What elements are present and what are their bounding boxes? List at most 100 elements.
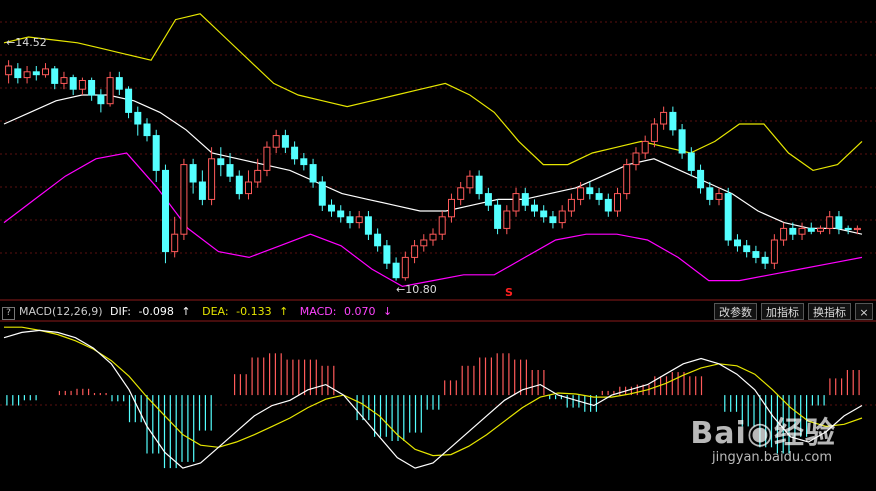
candle-down — [724, 193, 732, 241]
candle-up — [567, 198, 575, 212]
boll-mid-line — [3, 94, 863, 235]
candle-up — [171, 233, 179, 253]
candle-down — [328, 204, 335, 212]
candle-up — [208, 158, 216, 200]
indicator-info-bar: ? MACD(12,26,9) DIF: -0.098 ↑ DEA: -0.133… — [0, 303, 400, 321]
candle-down — [134, 111, 142, 125]
candle-down — [364, 216, 372, 235]
macd-readout: MACD: 0.070 ↓ — [300, 305, 396, 318]
candle-down — [143, 123, 151, 137]
candle-up — [254, 169, 262, 183]
candle-up — [5, 65, 13, 76]
close-indicator-button[interactable]: × — [855, 303, 873, 320]
candle-up — [448, 198, 455, 218]
watermark-url: jingyan.baidu.com — [712, 450, 832, 465]
candle-up — [650, 123, 658, 142]
candle-down — [226, 164, 234, 177]
candle-down — [521, 193, 529, 206]
candle-down — [669, 111, 677, 131]
candle-up — [245, 181, 252, 195]
candle-up — [466, 175, 474, 189]
candle-down — [807, 227, 815, 232]
candle-up — [263, 146, 271, 171]
candle-up — [817, 227, 824, 232]
candle-up — [411, 245, 419, 258]
dif-value: -0.098 — [138, 305, 174, 318]
boll-lower-line — [3, 152, 863, 288]
candle-down — [115, 77, 123, 90]
candle-down — [835, 216, 843, 229]
baidu-watermark: Bai◉经验 jingyan.baidu.com — [690, 408, 836, 465]
candle-down — [374, 233, 382, 247]
candle-down — [531, 204, 538, 212]
candle-down — [383, 245, 391, 264]
candle-up — [503, 210, 511, 229]
candle-down — [97, 94, 105, 105]
dea-label: DEA: — [202, 305, 229, 318]
dea-value: -0.133 — [236, 305, 272, 318]
candle-down — [595, 193, 603, 200]
candle-down — [752, 251, 760, 258]
candle-down — [88, 80, 96, 96]
switch-indicator-button[interactable]: 换指标 — [808, 303, 851, 320]
dea-readout: DEA: -0.133 ↑ — [202, 305, 292, 318]
high-price-arrow: ← — [6, 36, 16, 49]
candle-down — [51, 68, 59, 84]
candle-up — [660, 111, 668, 125]
candle-down — [475, 175, 483, 195]
candle-up — [558, 210, 566, 224]
candle-down — [162, 169, 169, 253]
candle-up — [60, 77, 68, 84]
candle-up — [180, 164, 188, 235]
candle-up — [826, 216, 834, 229]
candle-down — [697, 169, 705, 189]
candle-down — [198, 181, 206, 200]
macd-value: 0.070 — [343, 305, 376, 318]
candle-up — [438, 216, 446, 235]
candle-up — [23, 71, 31, 79]
candle-up — [106, 77, 114, 105]
candle-down — [309, 164, 317, 183]
candle-down — [392, 262, 400, 279]
candle-down — [235, 175, 243, 195]
candle-up — [715, 193, 723, 200]
candle-up — [420, 239, 428, 247]
candle-up — [457, 187, 465, 200]
high-price-label: ←14.52 — [6, 36, 47, 49]
candle-down — [540, 210, 548, 218]
help-icon[interactable]: ? — [2, 307, 15, 320]
candle-down — [586, 187, 594, 195]
candle-down — [743, 245, 751, 253]
macd-label: MACD: — [299, 305, 337, 318]
candle-down — [337, 210, 345, 218]
candle-up — [614, 193, 621, 212]
candle-down — [604, 198, 612, 212]
candle-up — [401, 256, 409, 279]
change-params-button[interactable]: 改参数 — [714, 303, 757, 320]
candle-up — [780, 227, 788, 241]
candle-up — [78, 80, 86, 90]
candle-up — [272, 135, 280, 148]
add-indicator-button[interactable]: 加指标 — [761, 303, 804, 320]
candle-up — [770, 239, 778, 264]
candle-up — [42, 68, 49, 76]
candle-up — [853, 227, 861, 231]
watermark-brand-suffix: 经验 — [774, 416, 836, 451]
candle-down — [125, 88, 133, 113]
candle-down — [346, 216, 354, 224]
boll-upper-line — [3, 13, 863, 172]
candle-down — [678, 129, 686, 154]
candle-down — [789, 227, 797, 235]
candle-down — [494, 204, 502, 229]
candle-up — [798, 227, 806, 235]
candle-down — [69, 77, 77, 90]
candle-down — [300, 158, 308, 166]
candle-up — [512, 193, 520, 212]
candle-down — [189, 164, 197, 183]
candle-down — [484, 193, 492, 206]
candle-down — [217, 158, 225, 166]
candle-down — [549, 216, 557, 224]
candle-down — [706, 187, 714, 200]
low-price-label: ←10.80 — [396, 283, 437, 296]
paw-icon: ◉ — [746, 416, 774, 451]
